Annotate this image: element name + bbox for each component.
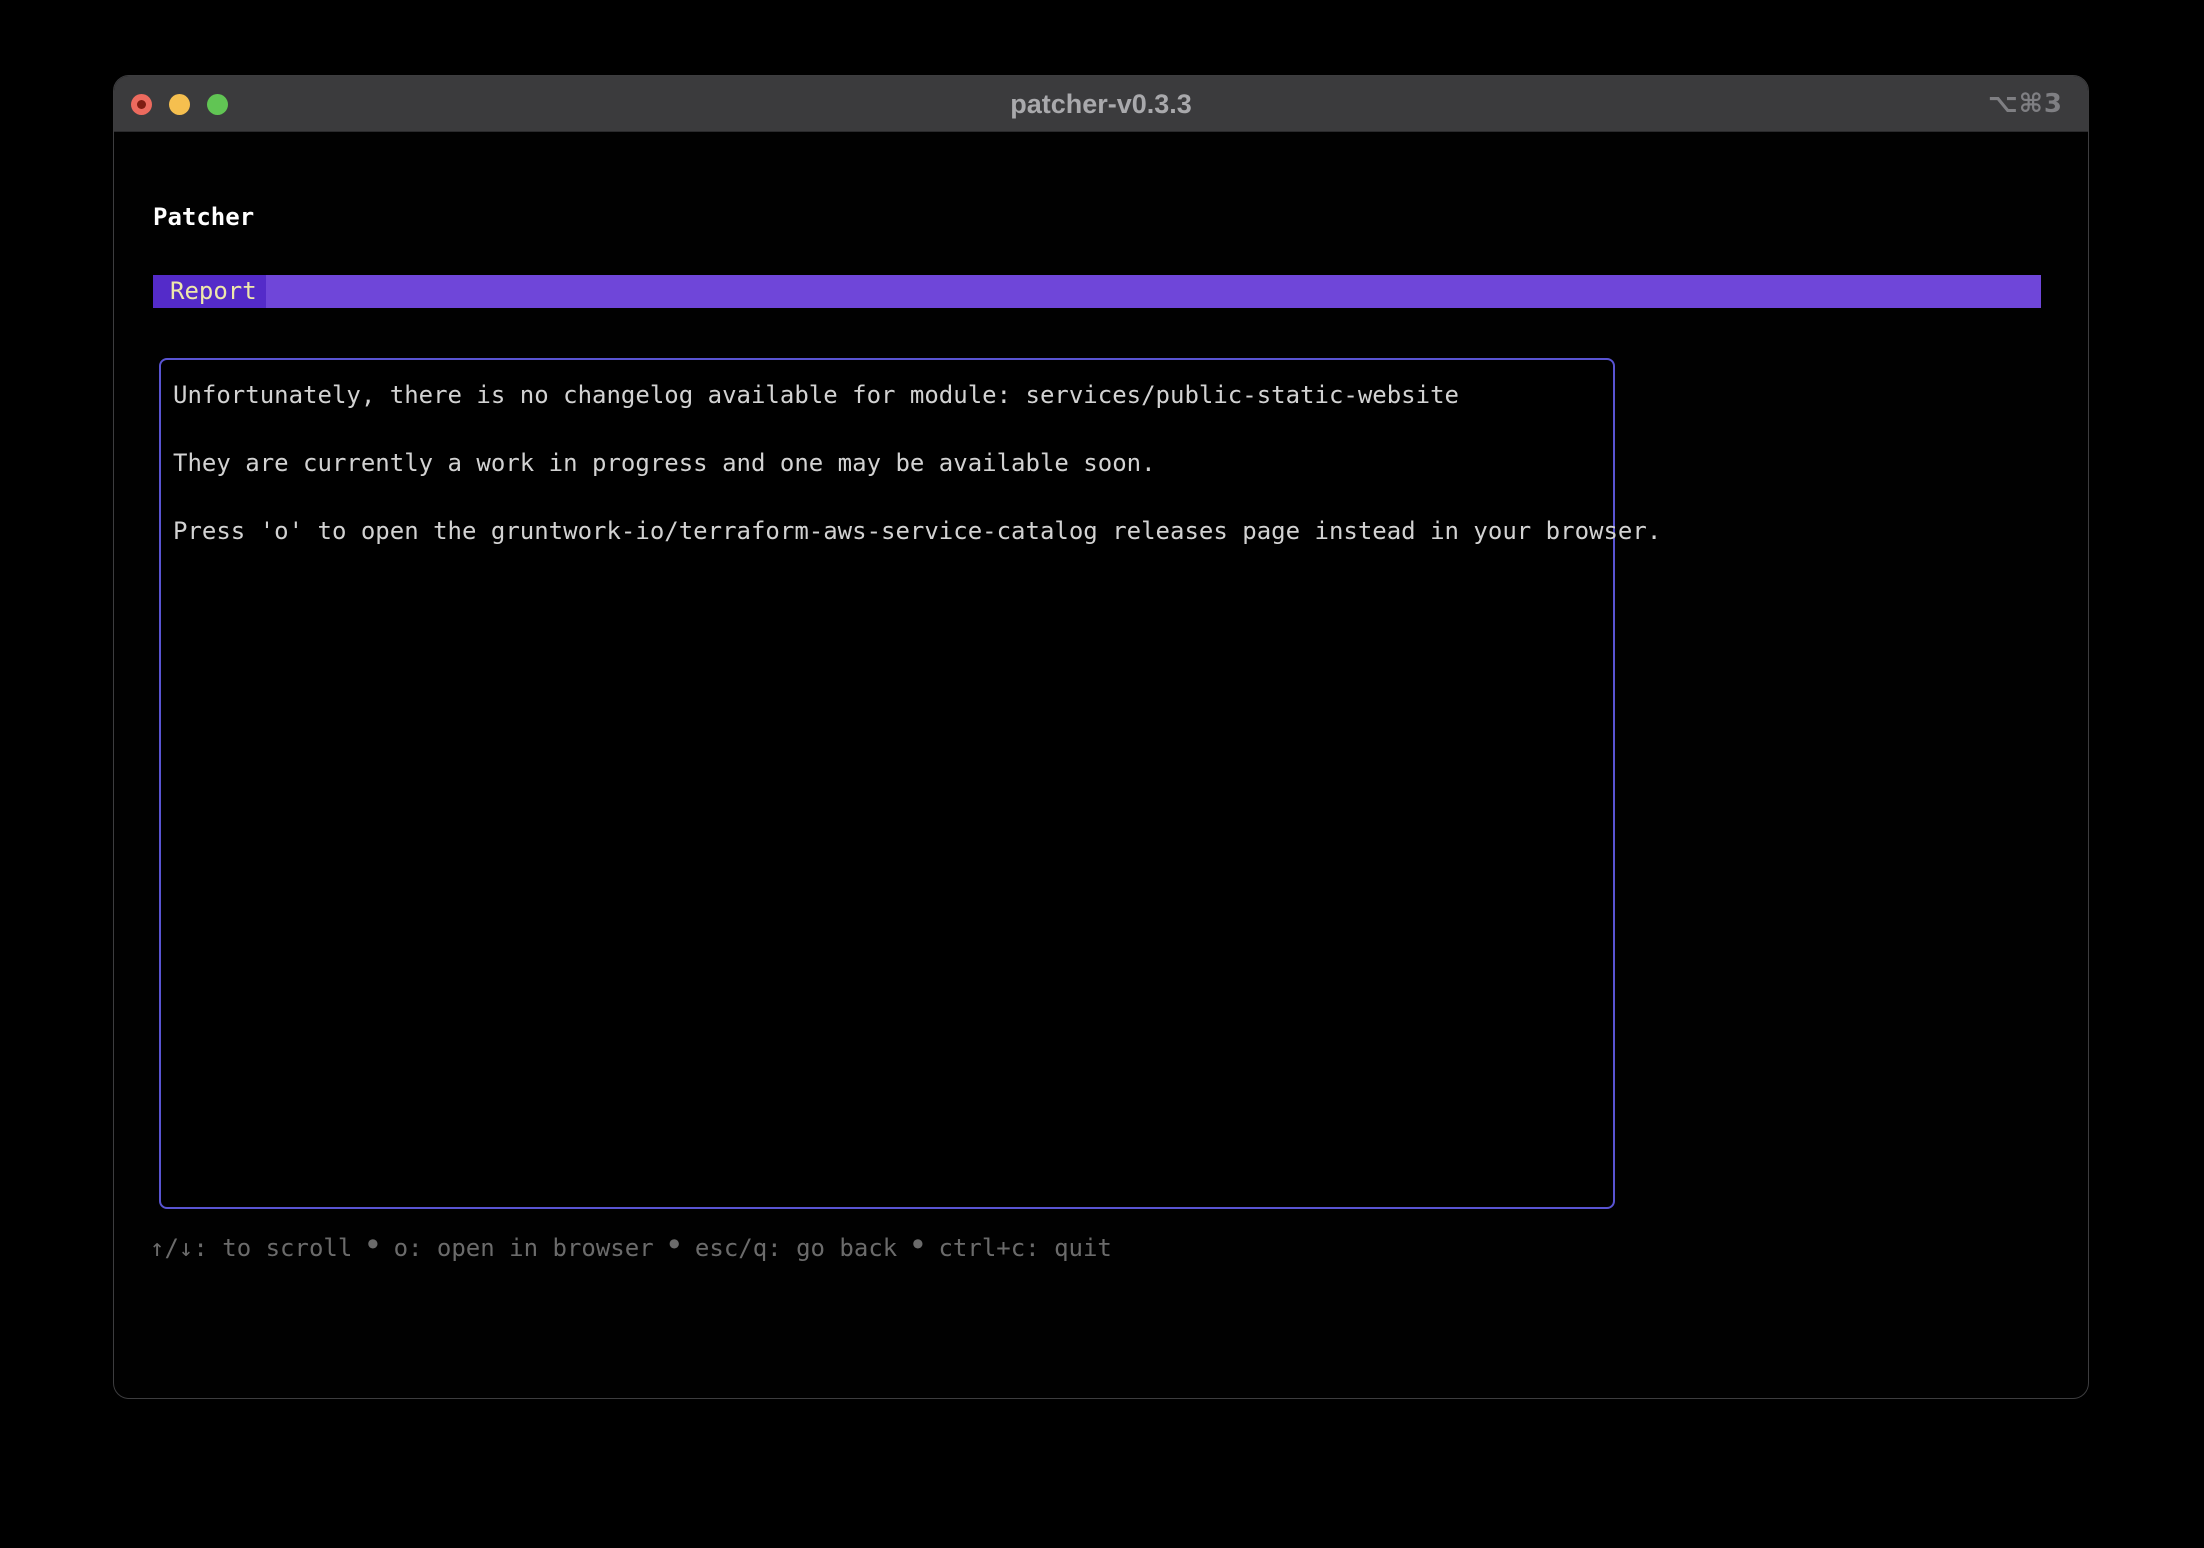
help-item-open: o: open in browser: [394, 1231, 654, 1265]
terminal-window: patcher-v0.3.3 ⌥⌘3 Patcher Report Unfort…: [113, 75, 2089, 1399]
page-title: Patcher: [153, 200, 254, 234]
help-item-quit: ctrl+c: quit: [938, 1231, 1111, 1265]
report-line: Unfortunately, there is no changelog ava…: [173, 378, 1595, 412]
window-title: patcher-v0.3.3: [114, 76, 2088, 132]
bullet-separator-icon: •: [908, 1228, 927, 1262]
tab-bar: Report: [153, 275, 2041, 308]
window-shortcut-badge: ⌥⌘3: [1988, 76, 2063, 132]
tab-report[interactable]: Report: [153, 275, 266, 308]
help-item-scroll: ↑/↓: to scroll: [150, 1231, 352, 1265]
bullet-separator-icon: •: [363, 1228, 382, 1262]
report-panel: Unfortunately, there is no changelog ava…: [159, 358, 1615, 1209]
help-bar: ↑/↓: to scroll • o: open in browser • es…: [150, 1228, 1112, 1265]
report-line: They are currently a work in progress an…: [173, 446, 1595, 480]
titlebar: patcher-v0.3.3 ⌥⌘3: [114, 76, 2088, 132]
bullet-separator-icon: •: [665, 1228, 684, 1262]
help-item-back: esc/q: go back: [695, 1231, 897, 1265]
report-line: Press 'o' to open the gruntwork-io/terra…: [173, 514, 1595, 548]
